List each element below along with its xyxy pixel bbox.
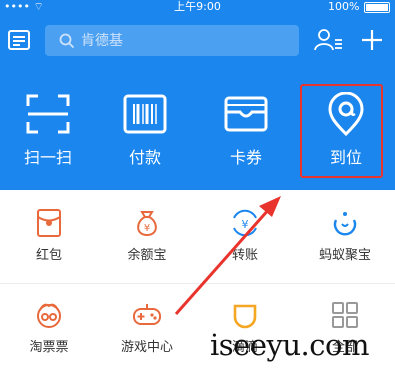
grid-row: 红包 ¥ 余额宝 ¥ 转账 蚂蚁聚宝	[0, 198, 395, 280]
grid-item-red-envelope[interactable]: 红包	[0, 198, 98, 280]
highlight-box	[300, 84, 383, 178]
add-icon[interactable]	[360, 28, 384, 52]
ant-fortune-icon	[333, 212, 357, 236]
movie-ticket-icon	[37, 303, 61, 328]
search-bar[interactable]	[45, 25, 299, 56]
svg-text:¥: ¥	[144, 223, 150, 234]
barcode-icon	[123, 94, 167, 134]
transfer-icon: ¥	[233, 209, 257, 237]
menu-icon[interactable]	[8, 30, 30, 50]
grid-item-transfer[interactable]: ¥ 转账	[196, 198, 294, 280]
grid-item-ant-fortune[interactable]: 蚂蚁聚宝	[296, 198, 394, 280]
card-label: 卡券	[229, 148, 262, 167]
pay-button[interactable]: 付款	[97, 80, 193, 180]
scan-icon	[26, 94, 70, 134]
grid-item-yuebao[interactable]: ¥ 余额宝	[98, 198, 196, 280]
grid-item-label: 淘票票	[29, 340, 69, 355]
grid-item-label: 游戏中心	[120, 340, 173, 355]
grid-item-taopiaopiao[interactable]: 淘票票	[0, 290, 98, 372]
scan-label: 扫一扫	[23, 148, 72, 167]
card-icon	[224, 96, 268, 132]
watermark: iseeyu.com	[210, 328, 369, 362]
search-input[interactable]	[81, 31, 281, 50]
grid-item-label: 红包	[35, 248, 62, 263]
grid-item-label: 转账	[231, 248, 258, 263]
gamepad-icon	[133, 304, 161, 325]
contacts-icon[interactable]	[314, 28, 344, 52]
svg-text:¥: ¥	[242, 218, 249, 231]
pay-label: 付款	[128, 148, 161, 167]
money-bag-icon: ¥	[137, 211, 157, 237]
card-button[interactable]: 卡券	[198, 80, 294, 180]
scan-button[interactable]: 扫一扫	[0, 80, 96, 180]
header-bar: •••• ⌔ 上午9:00 100% 扫一扫	[0, 0, 395, 190]
battery-icon	[364, 2, 390, 13]
battery-level: 100%	[328, 0, 360, 13]
grid-item-label: 蚂蚁聚宝	[318, 248, 371, 263]
grid-more-icon	[332, 302, 358, 328]
didi-icon	[233, 304, 257, 329]
grid-item-label: 余额宝	[127, 248, 167, 263]
divider	[0, 283, 395, 284]
search-icon	[59, 33, 75, 49]
grid-item-game-center[interactable]: 游戏中心	[98, 290, 196, 372]
red-envelope-icon	[37, 209, 61, 237]
